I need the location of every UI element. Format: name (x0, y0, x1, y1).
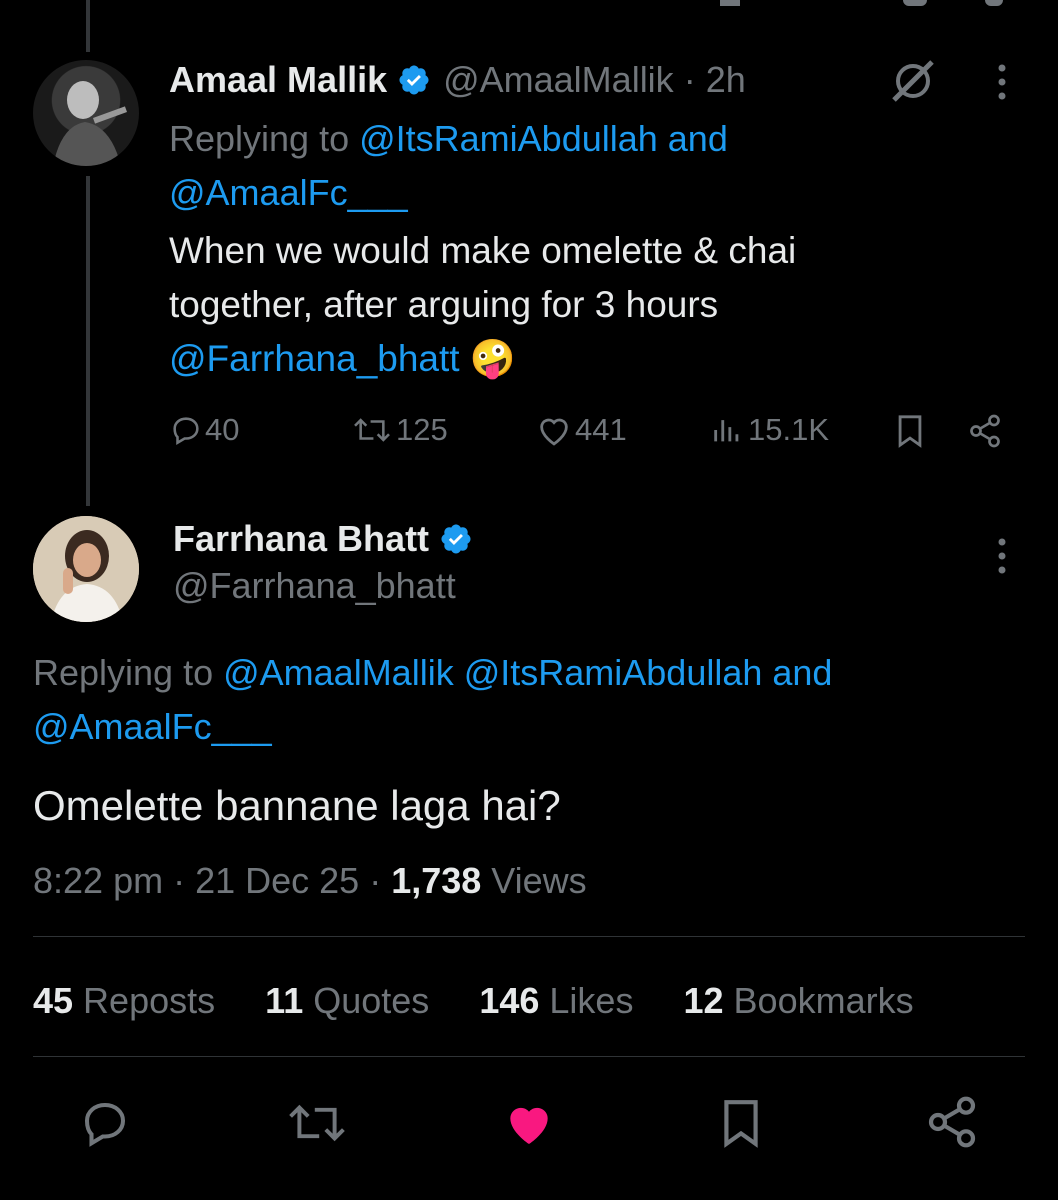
author-handle[interactable]: @Farrhana_bhatt (173, 562, 456, 610)
reply-icon (78, 1102, 132, 1154)
share-icon (924, 1096, 980, 1154)
like-button[interactable] (501, 1096, 557, 1155)
reply-icon (169, 413, 203, 447)
tweet-time[interactable]: 2h (706, 59, 746, 101)
replying-to: Replying to @ItsRamiAbdullah and @AmaalF… (169, 112, 1029, 220)
quotes-count: 11 (265, 980, 304, 1021)
bookmarks-label: Bookmarks (723, 980, 914, 1021)
repost-icon (284, 1104, 350, 1154)
divider (33, 936, 1025, 937)
author-name[interactable]: Farrhana Bhatt (173, 518, 429, 560)
more-icon[interactable] (990, 536, 1014, 581)
thread-line-top (86, 0, 90, 52)
reposts-label: Reposts (73, 980, 216, 1021)
repost-button[interactable]: 125 (350, 412, 448, 448)
divider (33, 1056, 1025, 1057)
replying-label: Replying to (33, 652, 224, 693)
separator: · (673, 59, 706, 100)
likes-count: 146 (479, 980, 540, 1021)
replying-label: Replying to (169, 118, 360, 159)
and-text: and (657, 118, 728, 159)
mention-link[interactable]: @AmaalFc___ (169, 172, 408, 213)
views-label: Views (481, 860, 587, 901)
tweet-text-line: When we would make omelette & chai (169, 230, 797, 271)
mention-link[interactable]: @ItsRamiAbdullah (359, 118, 658, 159)
repost-count: 125 (396, 412, 448, 447)
partial-views-icon (720, 0, 740, 6)
separator: · (163, 860, 196, 901)
views-button[interactable]: 15.1K (710, 412, 829, 448)
author-name[interactable]: Amaal Mallik (169, 59, 387, 101)
bookmark-icon (716, 1100, 766, 1156)
like-count: 441 (575, 412, 627, 447)
like-button[interactable]: 441 (535, 412, 627, 448)
reposts-stat[interactable]: 45 Reposts (33, 980, 215, 1021)
more-icon[interactable] (990, 62, 1014, 107)
bookmark-icon[interactable] (893, 412, 927, 455)
tweet-meta: 8:22 pm · 21 Dec 25 · 1,738 Views (33, 856, 587, 906)
and-text: and (762, 652, 833, 693)
tweet-date[interactable]: 21 Dec 25 (195, 860, 359, 901)
mention-link[interactable]: @ItsRamiAbdullah (464, 652, 763, 693)
mention-link[interactable]: @AmaalMallik (223, 652, 454, 693)
main-header: Farrhana Bhatt (173, 516, 473, 562)
tweet-text-line: together, after arguing for 3 hours (169, 284, 719, 325)
avatar-amaal[interactable] (33, 60, 139, 166)
views-count: 15.1K (748, 412, 830, 447)
replying-to: Replying to @AmaalMallik @ItsRamiAbdulla… (33, 646, 1033, 754)
verified-badge-icon (439, 522, 473, 556)
likes-label: Likes (539, 980, 634, 1021)
verified-badge-icon (397, 63, 431, 97)
repost-button[interactable] (284, 1096, 350, 1155)
bookmarks-stat[interactable]: 12 Bookmarks (683, 980, 913, 1021)
grok-icon[interactable] (888, 56, 938, 111)
emoji: 🤪 (469, 338, 516, 379)
reply-button[interactable] (78, 1096, 132, 1155)
heart-icon (501, 1107, 557, 1154)
share-button[interactable] (924, 1094, 980, 1155)
bookmarks-count: 12 (683, 980, 724, 1021)
repost-icon (350, 413, 394, 447)
quotes-stat[interactable]: 11 Quotes (265, 980, 429, 1021)
tweet-text: When we would make omelette & chai toget… (169, 224, 1029, 386)
heart-icon (535, 413, 573, 447)
share-icon[interactable] (967, 413, 1003, 454)
reply-count: 40 (205, 412, 240, 447)
views-icon (710, 413, 744, 447)
quotes-label: Quotes (303, 980, 430, 1021)
avatar-farrhana[interactable] (33, 516, 139, 622)
mention-link[interactable]: @Farrhana_bhatt (169, 338, 460, 379)
partial-share-icon (985, 0, 1003, 6)
reposts-count: 45 (33, 980, 74, 1021)
parent-header: Amaal Mallik @AmaalMallik · 2h (169, 58, 746, 102)
views-count: 1,738 (391, 860, 482, 901)
separator: · (359, 860, 392, 901)
author-handle[interactable]: @AmaalMallik (443, 59, 674, 101)
likes-stat[interactable]: 146 Likes (479, 980, 633, 1021)
partial-bookmark-icon (903, 0, 927, 6)
mention-link[interactable]: @AmaalFc___ (33, 706, 272, 747)
reply-button[interactable]: 40 (169, 412, 239, 448)
engagement-stats: 45 Reposts 11 Quotes 146 Likes 12 Bookma… (33, 976, 914, 1026)
tweet-time[interactable]: 8:22 pm (33, 860, 163, 901)
thread-line (86, 176, 90, 506)
bookmark-button[interactable] (716, 1094, 766, 1157)
tweet-text: Omelette bannane laga hai? (33, 782, 561, 829)
